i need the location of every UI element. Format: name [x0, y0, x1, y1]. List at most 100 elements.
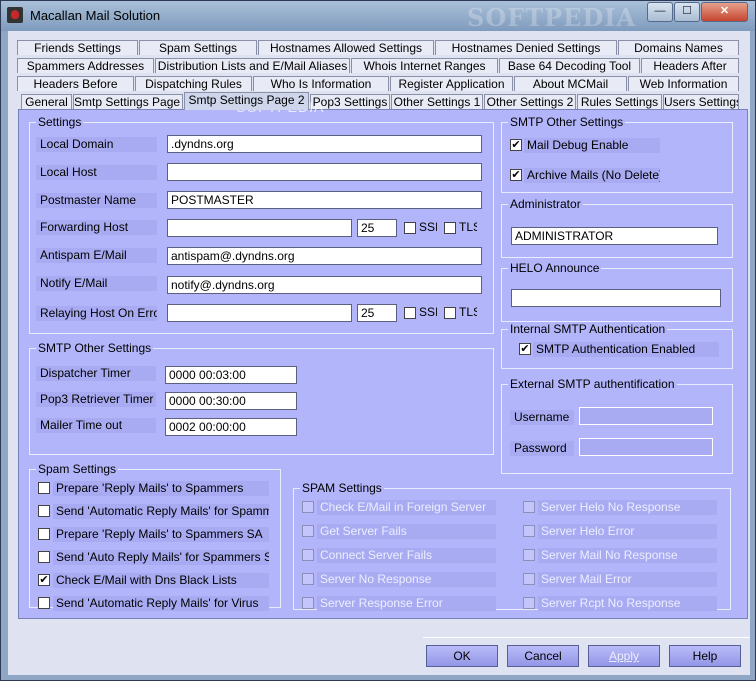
spam-check-group: SPAM Settings Check E/Mail in Foreign Se…: [293, 481, 731, 611]
tab-base64-tool[interactable]: Base 64 Decoding Tool: [499, 58, 640, 73]
archive-mails-checkbox[interactable]: ✔: [510, 169, 522, 181]
spam-check-label: Get Server Fails: [317, 524, 496, 539]
antispam-label: Antispam E/Mail: [36, 248, 157, 263]
apply-button[interactable]: Apply: [588, 645, 660, 667]
tab-dispatching-rules[interactable]: Dispatching Rules: [135, 76, 252, 91]
main-window: Macallan Mail Solution SOFTPEDIA — ☐ ✕ F…: [0, 0, 756, 681]
local-domain-input[interactable]: .dyndns.org: [167, 135, 482, 153]
relaying-host-input[interactable]: [167, 304, 352, 322]
relaying-ssl-checkbox[interactable]: [404, 307, 416, 319]
spam-check-checkbox[interactable]: [302, 525, 314, 537]
forwarding-ssl-checkbox[interactable]: [404, 222, 416, 234]
tab-hostnames-denied[interactable]: Hostnames Denied Settings: [435, 40, 617, 55]
administrator-group: Administrator ADMINISTRATOR: [501, 197, 733, 258]
spam-check-label: Server Helo No Response: [538, 500, 717, 515]
title-bar[interactable]: Macallan Mail Solution SOFTPEDIA — ☐ ✕: [1, 1, 755, 32]
notify-input[interactable]: notify@.dyndns.org: [167, 276, 482, 294]
smtp-other-left-title: SMTP Other Settings: [36, 341, 154, 355]
settings-group: Settings Local Domain .dyndns.org Local …: [29, 115, 494, 334]
tab-spammers-addresses[interactable]: Spammers Addresses: [17, 58, 154, 73]
spam-check-label: Server Mail No Response: [538, 548, 717, 563]
spam-check-checkbox[interactable]: [523, 573, 535, 585]
mail-debug-checkbox[interactable]: ✔: [510, 139, 522, 151]
tab-register-application[interactable]: Register Application: [390, 76, 513, 91]
tab-who-is-information[interactable]: Who Is Information: [253, 76, 389, 91]
tab-domains-names[interactable]: Domains Names: [618, 40, 739, 55]
administrator-input[interactable]: ADMINISTRATOR: [511, 227, 718, 245]
maximize-button[interactable]: ☐: [674, 2, 700, 22]
spam-check-checkbox[interactable]: [523, 597, 535, 609]
spam-option-label: Send 'Automatic Reply Mails' for Spammer…: [53, 504, 269, 519]
help-button[interactable]: Help: [669, 645, 741, 667]
forwarding-tls-checkbox[interactable]: [444, 222, 456, 234]
forwarding-host-input[interactable]: [167, 219, 352, 237]
spam-option-checkbox[interactable]: [38, 597, 50, 609]
tab-about-mcmail[interactable]: About MCMail: [514, 76, 627, 91]
footer-divider: [423, 637, 750, 638]
helo-title: HELO Announce: [508, 261, 602, 275]
tab-smtp-settings-1[interactable]: Smtp Settings Page 1: [73, 94, 183, 109]
spam-check-checkbox[interactable]: [523, 549, 535, 561]
spam-settings-title: Spam Settings: [36, 462, 119, 476]
tab-hostnames-allowed[interactable]: Hostnames Allowed Settings: [258, 40, 434, 55]
internal-auth-group: Internal SMTP Authentication ✔ SMTP Auth…: [501, 322, 733, 369]
username-input[interactable]: [579, 407, 713, 425]
spam-option-checkbox[interactable]: [38, 528, 50, 540]
tab-other-settings-1[interactable]: Other Settings 1: [391, 94, 483, 109]
tab-web-information[interactable]: Web Information: [628, 76, 739, 91]
spam-check-checkbox[interactable]: [523, 501, 535, 513]
minimize-button[interactable]: —: [647, 2, 673, 22]
relaying-port-input[interactable]: 25: [357, 304, 397, 322]
tab-general[interactable]: General: [21, 94, 72, 109]
tab-other-settings-2[interactable]: Other Settings 2: [484, 94, 576, 109]
tab-distribution-lists[interactable]: Distribution Lists and E/Mail Aliases: [155, 58, 350, 73]
postmaster-label: Postmaster Name: [36, 193, 157, 208]
tab-smtp-settings-2[interactable]: Smtp Settings Page 2: [184, 92, 309, 110]
spam-check-label: Check E/Mail in Foreign Server: [317, 500, 496, 515]
spam-option-checkbox[interactable]: ✔: [38, 574, 50, 586]
forwarding-port-input[interactable]: 25: [357, 219, 397, 237]
spam-check-checkbox[interactable]: [302, 597, 314, 609]
dispatcher-timer-input[interactable]: 0000 00:03:00: [165, 366, 297, 384]
mailer-timeout-input[interactable]: 0002 00:00:00: [165, 418, 297, 436]
cancel-button[interactable]: Cancel: [507, 645, 579, 667]
spam-option-checkbox[interactable]: [38, 482, 50, 494]
spam-check-checkbox[interactable]: [302, 501, 314, 513]
pop3-timer-input[interactable]: 0000 00:30:00: [165, 392, 297, 410]
ok-button[interactable]: OK: [426, 645, 498, 667]
spam-option-label: Check E/Mail with Dns Black Lists: [53, 573, 269, 588]
helo-input[interactable]: [511, 289, 721, 307]
app-logo-icon: [7, 7, 23, 23]
local-host-input[interactable]: [167, 163, 482, 181]
local-domain-label: Local Domain: [36, 137, 157, 152]
spam-option-label: Prepare 'Reply Mails' to Spammers SA: [53, 527, 269, 542]
relaying-host-label: Relaying Host On Error: [36, 306, 157, 321]
spam-check-checkbox[interactable]: [302, 573, 314, 585]
external-auth-group: External SMTP authentification Username …: [501, 377, 733, 474]
relaying-tls-checkbox[interactable]: [444, 307, 456, 319]
close-button[interactable]: ✕: [701, 2, 748, 22]
tab-whois-ranges[interactable]: Whois Internet Ranges: [351, 58, 498, 73]
spam-option-checkbox[interactable]: [38, 551, 50, 563]
tab-headers-after[interactable]: Headers After: [641, 58, 739, 73]
smtp-other-left-group: SMTP Other Settings Dispatcher Timer 000…: [29, 341, 494, 455]
tab-headers-before[interactable]: Headers Before: [17, 76, 134, 91]
tab-friends-settings[interactable]: Friends Settings: [17, 40, 138, 55]
spam-option-checkbox[interactable]: [38, 505, 50, 517]
postmaster-input[interactable]: POSTMASTER: [167, 191, 482, 209]
spam-check-label: Server Mail Error: [538, 572, 717, 587]
username-label: Username: [510, 410, 574, 425]
external-auth-title: External SMTP authentification: [508, 377, 677, 391]
client-area: Friends Settings Spam Settings Hostnames…: [8, 31, 750, 675]
helo-group: HELO Announce: [501, 261, 733, 322]
password-input[interactable]: [579, 438, 713, 456]
spam-check-checkbox[interactable]: [523, 525, 535, 537]
antispam-input[interactable]: antispam@.dyndns.org: [167, 247, 482, 265]
tab-spam-settings[interactable]: Spam Settings: [139, 40, 257, 55]
spam-check-checkbox[interactable]: [302, 549, 314, 561]
smtp-auth-checkbox[interactable]: ✔: [519, 343, 531, 355]
tab-rules-settings[interactable]: Rules Settings: [577, 94, 662, 109]
spam-check-label: Connect Server Fails: [317, 548, 496, 563]
mail-debug-label: Mail Debug Enable: [524, 138, 660, 153]
tab-users-settings[interactable]: Users Settings: [663, 94, 739, 109]
